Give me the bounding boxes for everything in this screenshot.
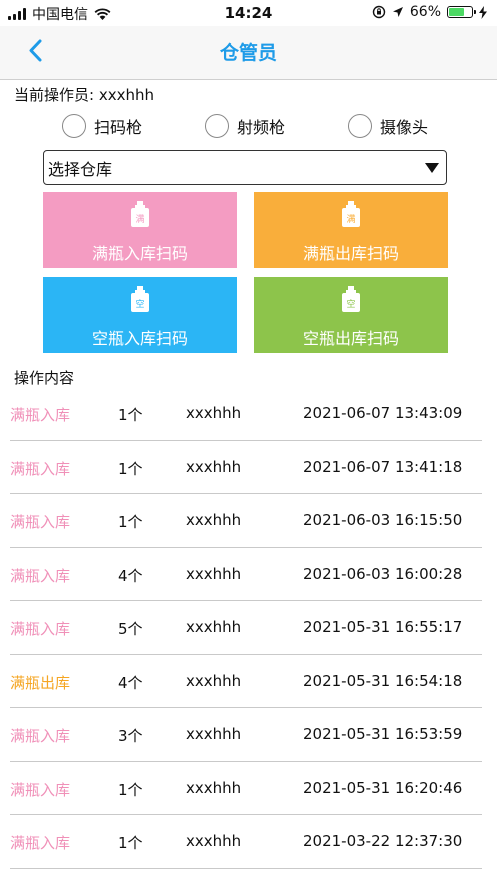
charging-icon	[479, 5, 487, 19]
location-icon	[392, 7, 403, 17]
record-row[interactable]: 满瓶入库 1个 xxxhhh 2021-03-22 12:37:30	[10, 815, 482, 869]
radio-circle[interactable]	[205, 114, 229, 138]
record-row[interactable]: 满瓶出库 4个 xxxhhh 2021-05-31 16:54:18	[10, 655, 482, 708]
scan-mode-group: 扫码枪 射频枪 摄像头	[62, 114, 462, 142]
records-list: 满瓶入库 1个 xxxhhh 2021-06-07 13:43:09 满瓶入库 …	[10, 387, 482, 869]
tile-label: 空瓶入库扫码	[91, 329, 188, 348]
warehouse-select-value: 选择仓库	[48, 159, 113, 179]
record-time: 2021-03-22 12:37:30	[303, 832, 463, 850]
radio-circle[interactable]	[62, 114, 86, 138]
empty-outbound-scan-button[interactable]: 空 空瓶出库扫码	[254, 277, 448, 353]
record-time: 2021-05-31 16:20:46	[303, 778, 463, 797]
record-qty: 1个	[118, 780, 143, 799]
record-time: 2021-06-07 13:41:18	[303, 457, 463, 476]
record-user: xxxhhh	[186, 671, 242, 690]
record-type: 满瓶出库	[10, 673, 71, 692]
record-type: 满瓶入库	[10, 459, 71, 478]
record-user: xxxhhh	[186, 725, 242, 743]
page-title: 仓管员	[219, 42, 277, 64]
record-type: 满瓶入库	[10, 566, 71, 585]
record-user: xxxhhh	[186, 457, 242, 476]
radio-label: 射频枪	[237, 118, 286, 137]
record-type: 满瓶入库	[10, 834, 71, 852]
record-row[interactable]: 满瓶入库 1个 xxxhhh 2021-06-03 16:15:50	[10, 494, 482, 548]
record-row[interactable]: 满瓶入库 1个 xxxhhh 2021-06-07 13:41:18	[10, 441, 482, 494]
record-time: 2021-06-03 16:15:50	[303, 511, 463, 529]
record-qty: 3个	[118, 727, 143, 745]
record-user: xxxhhh	[186, 511, 242, 529]
record-row[interactable]: 满瓶入库 1个 xxxhhh 2021-05-31 16:20:46	[10, 762, 482, 815]
record-type: 满瓶入库	[10, 727, 71, 745]
record-qty: 1个	[118, 834, 143, 852]
record-user: xxxhhh	[186, 564, 242, 583]
full-inbound-scan-button[interactable]: 满 满瓶入库扫码	[43, 192, 237, 268]
bottle-badge: 满	[135, 214, 144, 225]
radio-scanner-gun[interactable]: 扫码枪	[62, 114, 142, 138]
record-user: xxxhhh	[186, 618, 242, 636]
nav-bar: 仓管员	[0, 26, 497, 80]
record-qty: 4个	[118, 673, 143, 692]
tile-label: 满瓶出库扫码	[302, 244, 399, 263]
tile-label: 空瓶出库扫码	[302, 329, 399, 348]
record-time: 2021-05-31 16:55:17	[303, 618, 463, 636]
dropdown-arrow-icon[interactable]	[425, 163, 439, 173]
record-user: xxxhhh	[186, 832, 242, 850]
full-bottle-icon: 满	[131, 201, 149, 227]
record-row[interactable]: 满瓶入库 4个 xxxhhh 2021-06-03 16:00:28	[10, 548, 482, 601]
empty-bottle-icon: 空	[131, 286, 149, 312]
status-right: 66%	[372, 4, 487, 20]
record-type: 满瓶入库	[10, 780, 71, 799]
battery-icon	[447, 6, 476, 18]
records-section-title: 操作内容	[14, 369, 75, 387]
record-qty: 1个	[118, 513, 143, 531]
bottle-badge: 空	[135, 298, 144, 310]
record-user: xxxhhh	[186, 404, 242, 422]
empty-bottle-icon: 空	[342, 286, 360, 312]
record-type: 满瓶入库	[10, 513, 71, 531]
warehouse-select[interactable]: 选择仓库	[43, 150, 447, 185]
tile-label: 满瓶入库扫码	[91, 244, 188, 263]
radio-rf-gun[interactable]: 射频枪	[205, 114, 285, 138]
record-qty: 4个	[118, 566, 143, 585]
full-outbound-scan-button[interactable]: 满 满瓶出库扫码	[254, 192, 448, 268]
radio-label: 扫码枪	[94, 118, 143, 137]
record-user: xxxhhh	[186, 778, 242, 797]
bottle-badge: 满	[346, 214, 355, 225]
record-time: 2021-06-07 13:43:09	[303, 404, 463, 422]
record-qty: 5个	[118, 620, 143, 638]
record-time: 2021-05-31 16:53:59	[303, 725, 463, 743]
radio-label: 摄像头	[380, 118, 429, 137]
record-row[interactable]: 满瓶入库 5个 xxxhhh 2021-05-31 16:55:17	[10, 601, 482, 655]
radio-circle[interactable]	[348, 114, 372, 138]
record-row[interactable]: 满瓶入库 3个 xxxhhh 2021-05-31 16:53:59	[10, 708, 482, 762]
record-type: 满瓶入库	[10, 406, 71, 424]
orientation-lock-icon	[372, 5, 386, 19]
record-type: 满瓶入库	[10, 620, 71, 638]
empty-inbound-scan-button[interactable]: 空 空瓶入库扫码	[43, 277, 237, 353]
battery-percent: 66%	[409, 4, 441, 20]
record-time: 2021-05-31 16:54:18	[303, 671, 463, 690]
record-qty: 1个	[118, 459, 143, 478]
bottle-badge: 空	[346, 298, 355, 310]
record-qty: 1个	[118, 406, 143, 424]
radio-camera[interactable]: 摄像头	[348, 114, 428, 138]
record-time: 2021-06-03 16:00:28	[303, 564, 463, 583]
status-bar: 中国电信 14:24 66%	[0, 0, 497, 26]
record-row[interactable]: 满瓶入库 1个 xxxhhh 2021-06-07 13:43:09	[10, 387, 482, 441]
full-bottle-icon: 满	[342, 201, 360, 227]
current-operator: 当前操作员: xxxhhh	[14, 86, 154, 104]
